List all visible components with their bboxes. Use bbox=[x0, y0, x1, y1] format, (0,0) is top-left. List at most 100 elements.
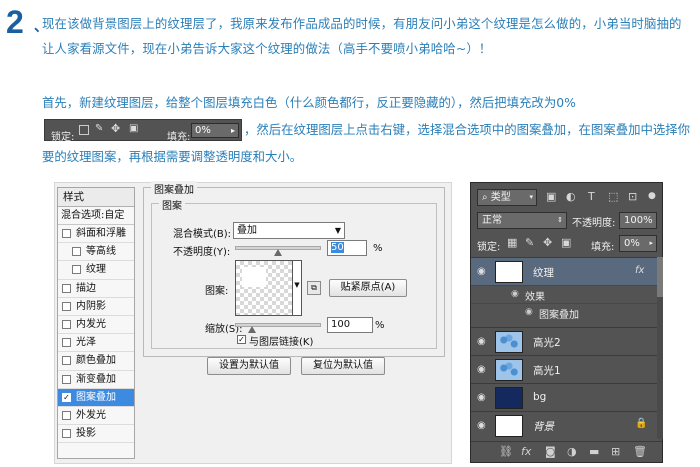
filter-toggle-icon[interactable]: ● bbox=[648, 189, 656, 203]
scrollbar-knob[interactable] bbox=[657, 257, 663, 297]
fx-icon[interactable]: fx bbox=[635, 265, 644, 276]
effect-item[interactable]: 渐变叠加 bbox=[58, 371, 134, 389]
lock-all-icon[interactable]: ▣ bbox=[561, 236, 571, 250]
styles-header[interactable]: 样式 bbox=[58, 188, 134, 207]
effect-checkbox[interactable] bbox=[62, 410, 71, 420]
effect-item[interactable]: 投影 bbox=[58, 425, 134, 444]
opacity-input[interactable]: 50 bbox=[327, 240, 367, 256]
new-group-icon[interactable]: ▬ bbox=[589, 445, 599, 458]
add-mask-icon[interactable]: ◙ bbox=[545, 445, 556, 458]
effects-row[interactable]: ◉ 效果 bbox=[471, 285, 658, 303]
layer-row[interactable]: ◉ 纹理 fx bbox=[471, 257, 658, 285]
layer-fill-value: 0% bbox=[624, 238, 640, 249]
visibility-eye-icon[interactable]: ◉ bbox=[477, 392, 486, 403]
effect-label: 内阴影 bbox=[76, 300, 106, 312]
new-layer-icon[interactable]: ⊞ bbox=[611, 445, 620, 458]
pattern-overlay-effect-row[interactable]: ◉ 图案叠加 bbox=[471, 303, 658, 321]
effect-label: 颜色叠加 bbox=[76, 355, 116, 367]
make-default-button[interactable]: 设置为默认值 bbox=[207, 357, 291, 375]
effect-checkbox[interactable] bbox=[62, 374, 71, 384]
fill-toolbar-screenshot: 锁定: ✎ ✥ ▣ 填充: 0% ▸ bbox=[44, 118, 242, 143]
effect-item[interactable]: ✓ 图案叠加 bbox=[58, 388, 134, 407]
blend-mode-value: 叠加 bbox=[237, 225, 257, 236]
effect-label: 描边 bbox=[76, 282, 96, 294]
filter-adjustment-icon[interactable]: ◐ bbox=[566, 190, 576, 204]
effect-label: 光泽 bbox=[76, 337, 96, 349]
effect-item[interactable]: 光泽 bbox=[58, 334, 134, 353]
effect-item[interactable]: 内阴影 bbox=[58, 298, 134, 316]
layer-fill-input[interactable]: 0% ▸ bbox=[619, 235, 657, 252]
effect-checkbox[interactable] bbox=[62, 301, 71, 311]
opacity-slider-thumb[interactable] bbox=[274, 249, 282, 256]
layer-blend-mode-select[interactable]: 正常 ⇕ bbox=[477, 212, 567, 229]
effect-checkbox[interactable] bbox=[62, 229, 71, 238]
effect-label: 渐变叠加 bbox=[76, 373, 116, 385]
filter-pixel-icon[interactable]: ▣ bbox=[546, 190, 556, 204]
link-with-layer-label: 与图层链接(K) bbox=[249, 337, 314, 348]
move-icon: ✥ bbox=[111, 121, 121, 135]
visibility-eye-icon[interactable]: ◉ bbox=[477, 266, 486, 277]
visibility-eye-icon[interactable]: ◉ bbox=[477, 420, 486, 431]
effect-item[interactable]: 内发光 bbox=[58, 316, 134, 335]
effect-checkbox[interactable]: ✓ bbox=[62, 392, 71, 402]
layer-thumbnail bbox=[495, 331, 523, 353]
filter-value: 类型 bbox=[490, 192, 511, 203]
layer-row[interactable]: ◉ 高光1 bbox=[471, 355, 658, 383]
filter-type-icon[interactable]: T bbox=[588, 190, 595, 204]
filter-shape-icon[interactable]: ⬚ bbox=[608, 190, 618, 204]
link-layers-icon[interactable]: ⛓ bbox=[499, 445, 513, 458]
delete-layer-icon[interactable]: 🗑 bbox=[633, 445, 647, 458]
blend-mode-label: 混合模式(B): bbox=[173, 229, 232, 240]
effect-label: 内发光 bbox=[76, 318, 106, 330]
effect-checkbox[interactable] bbox=[62, 356, 71, 366]
effect-item[interactable]: 描边 bbox=[58, 280, 134, 298]
effect-checkbox[interactable] bbox=[62, 319, 71, 329]
layers-scrollbar[interactable] bbox=[657, 257, 663, 439]
layer-thumbnail bbox=[495, 359, 523, 381]
effect-checkbox[interactable] bbox=[62, 429, 71, 439]
effect-item[interactable]: 纹理 bbox=[58, 261, 134, 280]
link-with-layer-checkbox[interactable]: ✓ bbox=[237, 335, 246, 344]
layer-filter-select[interactable]: ⌕ 类型 ▾ bbox=[477, 189, 537, 206]
layer-opacity-input[interactable]: 100% bbox=[619, 212, 657, 229]
effect-checkbox[interactable] bbox=[72, 265, 81, 275]
visibility-eye-icon[interactable]: ◉ bbox=[477, 364, 486, 375]
effects-icon[interactable]: ◉ bbox=[511, 289, 519, 299]
adjustment-layer-icon[interactable]: ◑ bbox=[567, 445, 577, 458]
effect-checkbox[interactable] bbox=[62, 338, 71, 348]
lock-transparent-icon[interactable]: ▦ bbox=[507, 236, 517, 250]
blend-options-item[interactable]: 混合选项:自定 bbox=[58, 207, 134, 225]
blend-mode-select[interactable]: 叠加 ▼ bbox=[233, 222, 345, 239]
opacity-label: 不透明度(Y): bbox=[173, 247, 231, 258]
visibility-eye-icon[interactable]: ◉ bbox=[525, 307, 533, 317]
reset-default-button[interactable]: 复位为默认值 bbox=[301, 357, 385, 375]
visibility-eye-icon[interactable]: ◉ bbox=[477, 336, 486, 347]
fill-label: 填充: bbox=[167, 131, 191, 143]
layer-thumbnail bbox=[495, 387, 523, 409]
step-number: 2 bbox=[6, 4, 24, 40]
pattern-picker-dropdown[interactable]: ▼ bbox=[293, 260, 302, 316]
new-preset-button[interactable]: ⧉ bbox=[307, 281, 321, 295]
lock-icon: 🔒 bbox=[635, 418, 648, 429]
lock-brush-icon[interactable]: ✎ bbox=[525, 236, 534, 250]
effect-item[interactable]: 外发光 bbox=[58, 407, 134, 426]
layer-row[interactable]: ◉ 背景 🔒 bbox=[471, 411, 658, 439]
effect-item[interactable]: 等高线 bbox=[58, 243, 134, 262]
scale-slider-thumb[interactable] bbox=[248, 326, 257, 333]
lock-transparent-icon bbox=[79, 124, 89, 135]
scale-unit: % bbox=[375, 320, 385, 331]
add-style-icon[interactable]: fx bbox=[521, 445, 531, 458]
effect-checkbox[interactable] bbox=[62, 283, 71, 293]
effect-item[interactable]: 颜色叠加 bbox=[58, 352, 134, 371]
chevron-updown-icon: ⇕ bbox=[557, 216, 563, 224]
effect-checkbox[interactable] bbox=[72, 247, 81, 257]
pattern-swatch[interactable] bbox=[235, 260, 293, 316]
layer-row[interactable]: ◉ bg bbox=[471, 383, 658, 411]
lock-move-icon[interactable]: ✥ bbox=[543, 236, 552, 250]
scale-input[interactable]: 100 bbox=[327, 317, 373, 333]
snap-to-origin-button[interactable]: 贴紧原点(A) bbox=[329, 279, 407, 297]
filter-smart-object-icon[interactable]: ⊡ bbox=[628, 190, 637, 204]
layer-row[interactable]: ◉ 高光2 bbox=[471, 327, 658, 355]
effect-item[interactable]: 斜面和浮雕 bbox=[58, 225, 134, 244]
layer-blend-mode-value: 正常 bbox=[482, 215, 502, 226]
